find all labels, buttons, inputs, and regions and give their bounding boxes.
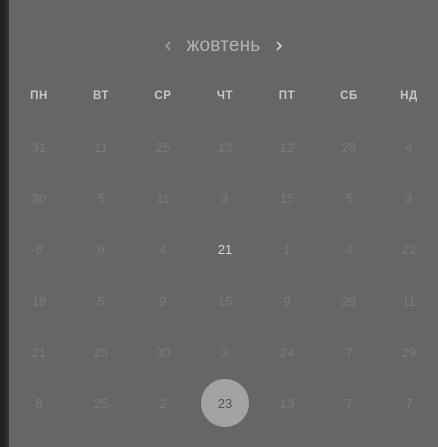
day-cell[interactable]: 5 (79, 279, 123, 323)
day-cell[interactable]: 24 (265, 330, 309, 374)
day-cell[interactable]: 15 (265, 176, 309, 220)
day-cell[interactable]: 8 (17, 227, 61, 271)
day-cell[interactable]: 11 (387, 279, 431, 323)
window-left-edge (0, 0, 9, 447)
day-cell[interactable]: 7 (327, 381, 371, 425)
day-cell[interactable]: 28 (327, 125, 371, 169)
day-cell[interactable]: 22 (387, 227, 431, 271)
day-cell[interactable]: 12 (265, 125, 309, 169)
day-cell[interactable]: 9 (265, 279, 309, 323)
day-cell-current[interactable]: 21 (203, 227, 247, 271)
day-cell[interactable]: 18 (17, 279, 61, 323)
day-grid: 31 11 25 13 12 28 4 30 5 11 3 15 5 3 8 9 4 21 1 4 22 18 5 9 15 9 2… (9, 0, 438, 447)
day-cell[interactable]: 7 (387, 381, 431, 425)
day-cell[interactable]: 11 (141, 176, 185, 220)
day-cell[interactable]: 4 (327, 227, 371, 271)
day-cell[interactable]: 13 (265, 381, 309, 425)
day-cell[interactable]: 15 (203, 279, 247, 323)
day-cell[interactable]: 9 (141, 279, 185, 323)
day-cell[interactable]: 3 (203, 330, 247, 374)
day-cell[interactable]: 25 (79, 330, 123, 374)
day-cell[interactable]: 25 (141, 125, 185, 169)
day-cell[interactable]: 7 (327, 330, 371, 374)
day-cell[interactable]: 8 (17, 381, 61, 425)
day-cell[interactable]: 3 (387, 176, 431, 220)
day-cell[interactable]: 4 (387, 125, 431, 169)
day-cell[interactable]: 1 (265, 227, 309, 271)
day-cell[interactable]: 30 (141, 330, 185, 374)
date-picker-screen: жовтень ПН ВТ СР ЧТ ПТ СБ НД 31 11 25 13 12 28 4 30 5 1… (0, 0, 438, 447)
day-cell[interactable]: 30 (17, 176, 61, 220)
day-cell[interactable]: 25 (79, 381, 123, 425)
day-cell[interactable]: 5 (79, 176, 123, 220)
day-cell[interactable]: 29 (327, 279, 371, 323)
day-cell[interactable]: 31 (17, 125, 61, 169)
day-cell[interactable]: 13 (203, 125, 247, 169)
day-cell[interactable]: 29 (387, 330, 431, 374)
day-cell[interactable]: 21 (17, 330, 61, 374)
day-cell[interactable]: 5 (327, 176, 371, 220)
day-cell[interactable]: 3 (203, 176, 247, 220)
day-cell[interactable]: 4 (141, 227, 185, 271)
day-cell[interactable]: 2 (141, 381, 185, 425)
day-cell[interactable]: 11 (79, 125, 123, 169)
day-cell-selected[interactable]: 23 (201, 379, 249, 427)
calendar: жовтень ПН ВТ СР ЧТ ПТ СБ НД 31 11 25 13 12 28 4 30 5 1… (9, 0, 438, 447)
day-cell[interactable]: 9 (79, 227, 123, 271)
